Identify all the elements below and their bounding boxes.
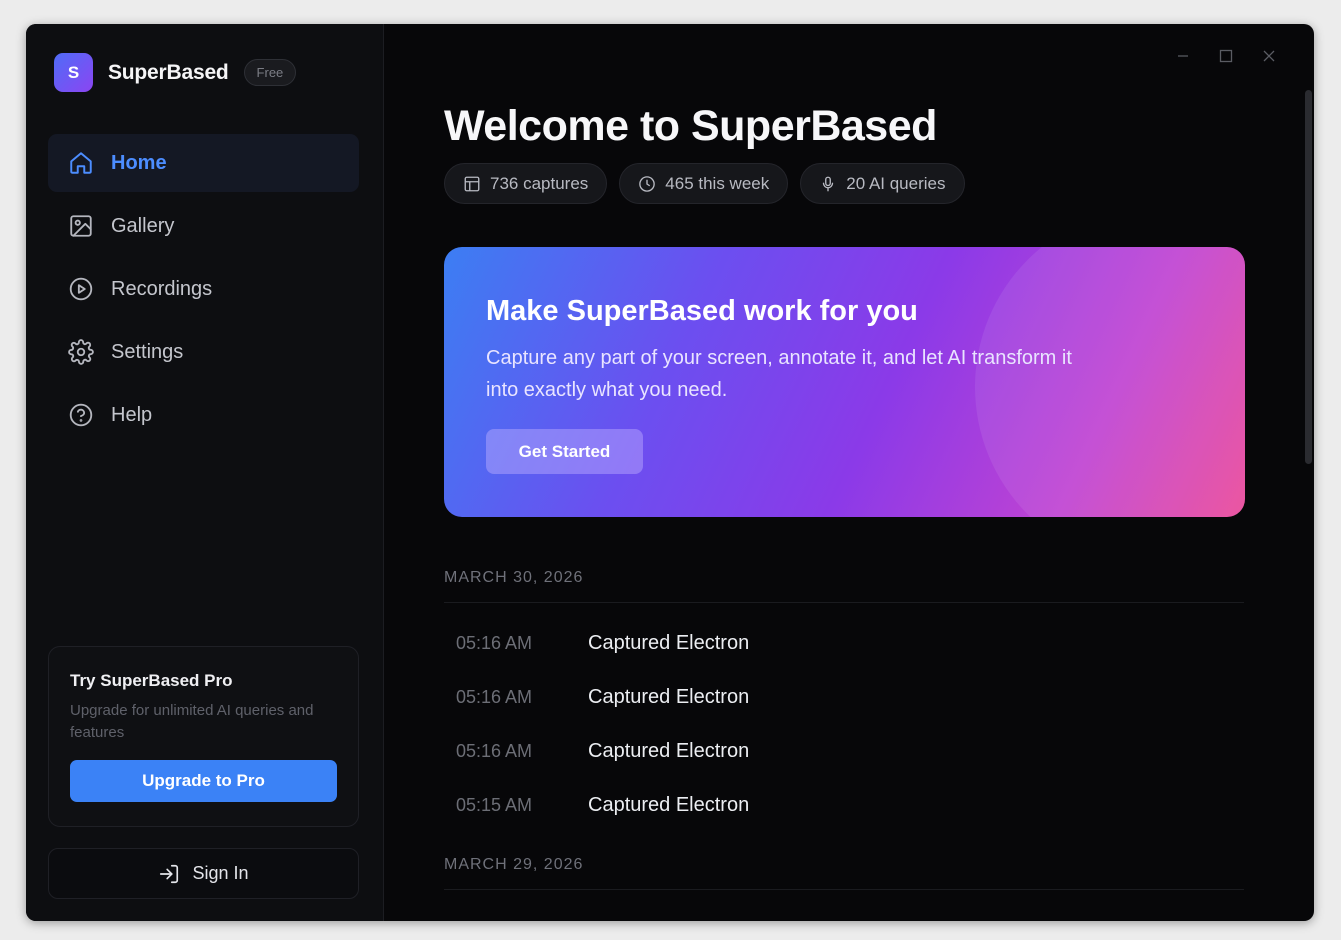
sidebar: S SuperBased Free Home Gallery Recording… [26,24,384,921]
stat-captures-label: 736 captures [490,173,589,193]
content-area: Welcome to SuperBased 736 captures 465 t… [444,102,1245,890]
main-content: Welcome to SuperBased 736 captures 465 t… [384,24,1314,921]
app-window: S SuperBased Free Home Gallery Recording… [26,24,1314,921]
brand: S SuperBased Free [54,53,297,92]
capture-time: 05:16 AM [456,740,533,761]
sidebar-item-label: Help [111,403,153,426]
plan-badge: Free [243,59,297,86]
clock-icon [638,175,656,193]
stat-captures: 736 captures [444,163,608,204]
gear-icon [68,339,94,365]
sidebar-item-label: Home [111,151,167,174]
page-title: Welcome to SuperBased [444,102,937,150]
pro-card-title: Try SuperBased Pro [70,671,233,690]
help-circle-icon [68,402,94,428]
sidebar-item-home[interactable]: Home [48,134,359,192]
hero-banner: Make SuperBased work for you Capture any… [444,247,1245,517]
app-logo: S [54,53,93,92]
microphone-icon [819,175,837,193]
home-icon [68,150,94,176]
pro-card-description: Upgrade for unlimited AI queries and fea… [70,702,314,741]
upgrade-to-pro-button[interactable]: Upgrade to Pro [70,760,337,802]
date-group-header: MARCH 30, 2026 [444,569,1244,603]
scrollbar-thumb[interactable] [1305,90,1312,464]
sign-in-icon [158,863,180,885]
capture-description: Captured Electron [588,793,750,816]
play-circle-icon [68,276,94,302]
capture-description: Captured Electron [588,685,750,708]
stat-ai-queries-label: 20 AI queries [846,173,946,193]
stat-ai-queries: 20 AI queries [800,163,965,204]
close-icon [1262,49,1276,63]
app-name: SuperBased [108,60,229,84]
sidebar-item-label: Gallery [111,214,175,237]
capture-description: Captured Electron [588,631,750,654]
sidebar-item-label: Settings [111,340,184,363]
capture-entry[interactable]: 05:15 AM Captured Electron [444,778,1244,832]
pro-upsell-card: Try SuperBased Pro Upgrade for unlimited… [48,646,359,827]
sidebar-item-label: Recordings [111,277,213,300]
hero-description: Capture any part of your screen, annotat… [486,347,1072,401]
sign-in-label: Sign In [192,863,249,883]
sidebar-item-settings[interactable]: Settings [48,323,359,381]
maximize-icon [1219,49,1233,63]
sidebar-item-gallery[interactable]: Gallery [48,197,359,255]
stats-row: 736 captures 465 this week 20 AI queries [444,163,1244,204]
capture-list: 05:16 AM Captured Electron 05:16 AM Capt… [444,603,1244,832]
stat-this-week: 465 this week [619,163,789,204]
capture-description: Captured Electron [588,739,750,762]
get-started-button[interactable]: Get Started [486,429,643,474]
sidebar-nav: Home Gallery Recordings Settings Help [48,134,359,449]
capture-entry[interactable]: 05:16 AM Captured Electron [444,616,1244,670]
table-icon [463,175,481,193]
sign-in-button[interactable]: Sign In [48,848,359,899]
window-controls [1161,44,1290,68]
image-icon [68,213,94,239]
capture-entry[interactable]: 05:16 AM Captured Electron [444,724,1244,778]
capture-time: 05:16 AM [456,632,533,653]
sidebar-item-help[interactable]: Help [48,386,359,444]
capture-time: 05:15 AM [456,794,533,815]
stat-this-week-label: 465 this week [665,173,770,193]
hero-title: Make SuperBased work for you [486,295,918,327]
close-window-button[interactable] [1247,44,1290,68]
maximize-button[interactable] [1204,44,1247,68]
capture-time: 05:16 AM [456,686,533,707]
sidebar-item-recordings[interactable]: Recordings [48,260,359,318]
minimize-button[interactable] [1161,44,1204,68]
date-group-header: MARCH 29, 2026 [444,856,1244,890]
minimize-icon [1176,49,1190,63]
capture-entry[interactable]: 05:16 AM Captured Electron [444,670,1244,724]
